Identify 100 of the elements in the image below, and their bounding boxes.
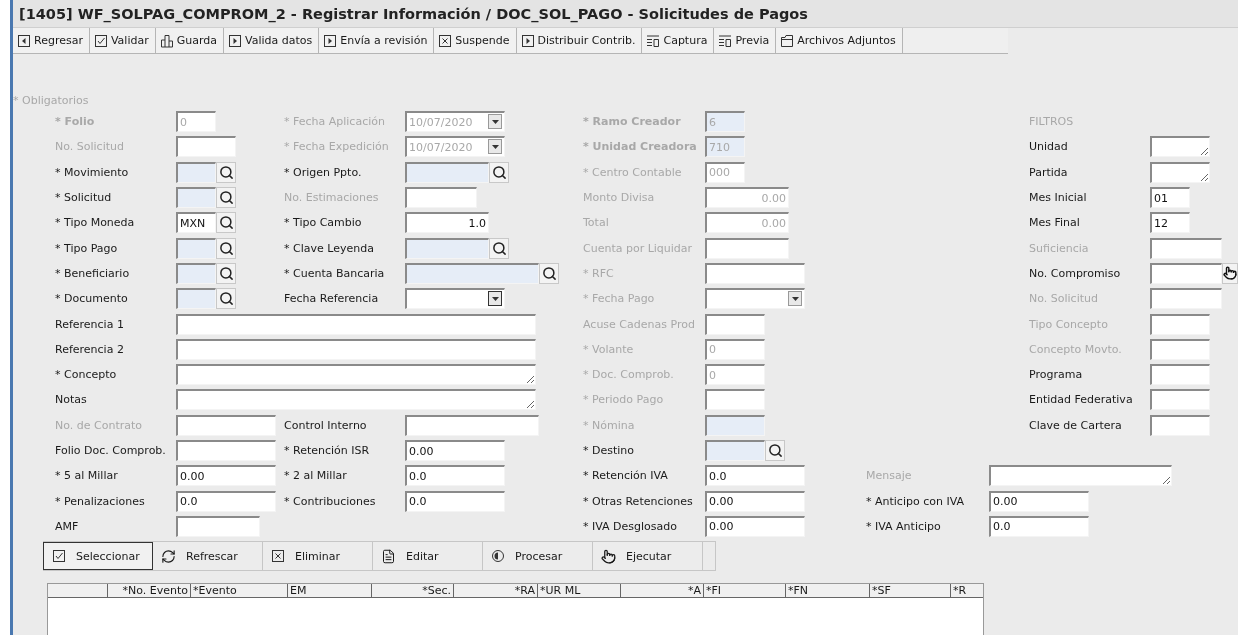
field-label: * RFC xyxy=(583,266,614,280)
dropdown-button[interactable] xyxy=(488,114,502,129)
input-field[interactable] xyxy=(176,338,536,360)
input-field[interactable] xyxy=(705,440,765,461)
input-field[interactable] xyxy=(176,237,216,259)
search-button[interactable] xyxy=(216,237,236,259)
input-field[interactable] xyxy=(176,515,260,537)
field-label: * Destino xyxy=(583,444,635,457)
search-icon xyxy=(218,240,234,256)
dropdown-button[interactable] xyxy=(788,291,802,307)
column-header: *FN xyxy=(786,584,870,599)
text-area[interactable] xyxy=(176,389,536,411)
input-field[interactable] xyxy=(1150,364,1210,386)
input-field[interactable] xyxy=(405,262,539,284)
search-button[interactable] xyxy=(765,440,785,461)
input-field[interactable] xyxy=(1150,414,1210,436)
play-icon xyxy=(228,33,243,48)
field-label: Referencia 2 xyxy=(55,342,124,356)
field-label: Cuenta por Liquidar xyxy=(583,241,693,255)
field-label: * Fecha Pago xyxy=(583,292,655,306)
text-area[interactable] xyxy=(176,364,536,386)
hand-button[interactable] xyxy=(1222,262,1238,284)
search-button[interactable] xyxy=(216,187,236,209)
search-icon xyxy=(491,240,507,256)
search-icon xyxy=(218,265,234,281)
field-label: * Otras Retenciones xyxy=(583,494,693,508)
input-field[interactable]: 0.0 xyxy=(705,465,805,487)
field-label: Total xyxy=(583,216,609,230)
field-label: Acuse Cadenas Prod xyxy=(583,317,695,331)
refresh-icon xyxy=(161,548,176,564)
field-label: * Tipo Moneda xyxy=(55,216,135,230)
input-field[interactable]: 1.0 xyxy=(405,212,489,234)
checkbox-icon xyxy=(93,33,108,48)
dropdown-button[interactable] xyxy=(488,291,502,307)
field-label: Suficiencia xyxy=(1029,241,1089,255)
play-icon xyxy=(323,33,338,48)
search-button[interactable] xyxy=(489,161,509,183)
input-field[interactable] xyxy=(1150,262,1222,284)
caret-icon xyxy=(491,119,499,124)
text-area[interactable] xyxy=(1150,161,1210,183)
x-icon xyxy=(271,549,285,564)
input-field[interactable]: 0.00 xyxy=(705,490,805,512)
date-field[interactable] xyxy=(405,288,505,310)
caret-icon xyxy=(491,144,499,149)
column-header: *Sec. xyxy=(372,584,454,599)
field-label: * Concepto xyxy=(55,368,117,382)
field-label: * Retención IVA xyxy=(583,469,668,483)
input-field[interactable]: 12 xyxy=(1150,212,1190,234)
column-header: *UR ML xyxy=(538,584,621,599)
half-circle-icon xyxy=(491,549,505,564)
section-heading: FILTROS xyxy=(1029,115,1074,129)
input-field[interactable] xyxy=(176,288,216,310)
bars-icon xyxy=(159,33,174,48)
action-button[interactable]: Seleccionar xyxy=(43,542,153,571)
search-button[interactable] xyxy=(216,212,236,234)
input-field[interactable] xyxy=(405,237,489,259)
input-field[interactable]: 0.0 xyxy=(989,515,1089,537)
field-label: * Cuenta Bancaria xyxy=(284,266,385,280)
field-label: * Centro Contable xyxy=(583,165,682,179)
input-field[interactable] xyxy=(176,440,276,461)
search-button[interactable] xyxy=(216,288,236,310)
field-label: * Movimiento xyxy=(55,165,129,179)
input-field[interactable]: 0.00 xyxy=(176,465,276,487)
search-button[interactable] xyxy=(216,161,236,183)
field-label: * IVA Desglosado xyxy=(583,519,677,533)
input-field[interactable] xyxy=(176,161,216,183)
input-field[interactable] xyxy=(405,414,539,436)
search-button[interactable] xyxy=(539,262,559,284)
input-field[interactable] xyxy=(1150,389,1210,411)
field-label: * Nómina xyxy=(583,418,635,432)
input-field[interactable]: 0.00 xyxy=(989,490,1089,512)
input-field[interactable]: 01 xyxy=(1150,187,1190,209)
field-label: No. de Contrato xyxy=(55,418,142,432)
caret-icon xyxy=(791,296,799,301)
input-field[interactable]: 0.00 xyxy=(405,440,505,461)
input-field[interactable] xyxy=(176,313,536,335)
field-label: Tipo Concepto xyxy=(1029,317,1108,331)
input-field[interactable]: 0.00 xyxy=(705,515,805,537)
input-field[interactable]: 0.0 xyxy=(405,490,505,512)
field-label: * Ramo Creador xyxy=(583,115,681,129)
input-field[interactable]: MXN xyxy=(176,212,216,234)
field-label: * Periodo Pago xyxy=(583,393,664,407)
field-label: * Retención ISR xyxy=(284,444,370,457)
input-field[interactable]: 0.0 xyxy=(405,465,505,487)
input-field[interactable]: 0.0 xyxy=(176,490,276,512)
caret-icon xyxy=(491,296,499,301)
dropdown-button[interactable] xyxy=(488,139,502,155)
field-label: Control Interno xyxy=(284,418,367,432)
field-label: * Fecha Expedición xyxy=(284,140,389,154)
field-label: * Origen Ppto. xyxy=(284,165,362,179)
input-field[interactable] xyxy=(405,161,489,183)
search-icon xyxy=(218,190,234,206)
search-icon xyxy=(767,443,783,458)
field-label: * Unidad Creadora xyxy=(583,140,697,154)
text-area[interactable] xyxy=(1150,136,1210,158)
input-field[interactable] xyxy=(176,187,216,209)
field-label: Mes Inicial xyxy=(1029,191,1087,205)
search-button[interactable] xyxy=(216,262,236,284)
input-field[interactable] xyxy=(176,262,216,284)
search-button[interactable] xyxy=(489,237,509,259)
